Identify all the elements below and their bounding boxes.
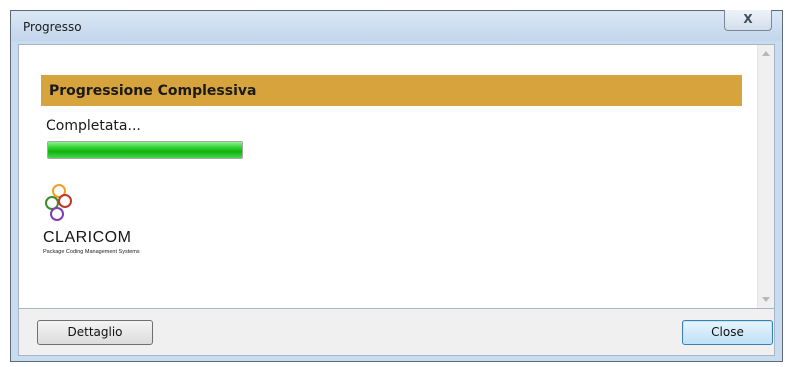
close-window-button[interactable]: X <box>724 10 772 31</box>
button-bar: Dettaglio Close <box>18 309 775 356</box>
window-title: Progresso <box>23 20 82 34</box>
scroll-down-icon[interactable] <box>762 297 770 302</box>
logo-tagline: Package Coding Management Systems <box>43 249 140 255</box>
vertical-scrollbar[interactable] <box>757 45 774 308</box>
scroll-up-icon[interactable] <box>762 51 770 56</box>
progress-bar-fill <box>48 142 242 158</box>
logo-name: CLARICOM <box>43 229 132 246</box>
claricom-logo-mark <box>45 184 72 221</box>
dettaglio-button[interactable]: Dettaglio <box>37 320 153 345</box>
progress-bar <box>47 141 243 159</box>
title-bar[interactable]: Progresso X <box>11 10 782 41</box>
content-panel: Progressione Complessiva Completata... C… <box>18 44 775 309</box>
close-icon: X <box>743 12 753 26</box>
status-text: Completata... <box>46 118 141 134</box>
section-header: Progressione Complessiva <box>41 75 742 106</box>
progress-dialog: Progresso X Progressione Complessiva Com… <box>10 10 783 362</box>
close-button[interactable]: Close <box>682 320 773 345</box>
claricom-logo: CLARICOM Package Coding Management Syste… <box>43 183 193 263</box>
section-title: Progressione Complessiva <box>49 83 257 99</box>
